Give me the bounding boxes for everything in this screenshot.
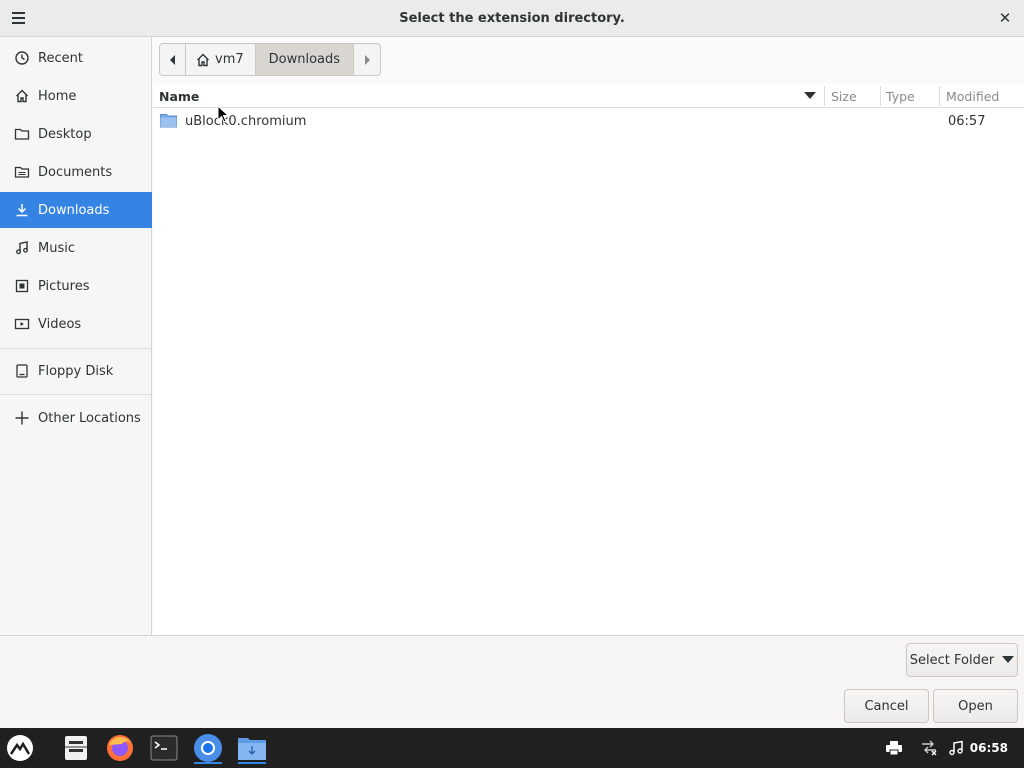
- sidebar-item-downloads[interactable]: Downloads: [0, 192, 152, 228]
- path-current-button[interactable]: Downloads: [255, 44, 355, 75]
- sidebar-item-label: Music: [38, 240, 75, 256]
- clock-icon: [14, 50, 30, 66]
- picture-icon: [14, 278, 30, 294]
- home-icon: [197, 53, 209, 66]
- file-name: uBlock0.chromium: [185, 113, 307, 129]
- sidebar-separator: [0, 348, 152, 349]
- chevron-right-icon: [365, 54, 371, 65]
- start-menu-icon[interactable]: [4, 732, 36, 764]
- file-list: Name Size Type Modified uBlock0.chromium…: [153, 84, 1024, 635]
- table-row[interactable]: uBlock0.chromium 06:57: [153, 109, 1024, 133]
- sort-chevron-down-icon[interactable]: [801, 84, 819, 108]
- title-bar: Select the extension directory. ✕: [0, 0, 1024, 37]
- network-disconnected-icon[interactable]: [918, 728, 940, 768]
- column-type[interactable]: Type: [886, 84, 915, 108]
- column-name[interactable]: Name: [159, 84, 199, 108]
- column-size[interactable]: Size: [831, 84, 857, 108]
- sidebar-item-label: Documents: [38, 164, 113, 180]
- select-folder-label: Select Folder: [909, 652, 995, 668]
- folder-icon: [160, 114, 177, 128]
- path-home-button[interactable]: vm7: [186, 44, 256, 75]
- printer-icon[interactable]: [884, 728, 904, 768]
- sidebar-item-label: Home: [38, 88, 77, 104]
- file-cabinet-icon[interactable]: [60, 732, 92, 764]
- path-back-button[interactable]: [160, 44, 186, 75]
- sidebar-item-label: Recent: [38, 50, 83, 66]
- music-icon: [14, 240, 30, 256]
- sidebar-item-other-locations[interactable]: Other Locations: [0, 400, 152, 436]
- path-forward-button[interactable]: [354, 44, 380, 75]
- terminal-icon[interactable]: [148, 732, 180, 764]
- sidebar-item-videos[interactable]: Videos: [0, 306, 152, 342]
- dialog-title: Select the extension directory.: [399, 10, 625, 26]
- document-icon: [14, 164, 30, 180]
- column-divider: [880, 86, 881, 106]
- active-indicator: [238, 762, 266, 764]
- sidebar-item-documents[interactable]: Documents: [0, 154, 152, 190]
- video-icon: [14, 316, 30, 332]
- column-header: Name Size Type Modified: [153, 84, 1024, 108]
- chevron-down-icon: [1002, 656, 1015, 663]
- sidebar-item-recent[interactable]: Recent: [0, 40, 152, 76]
- files-download-icon[interactable]: [236, 732, 268, 764]
- sidebar-item-label: Videos: [38, 316, 82, 332]
- cancel-button[interactable]: Cancel: [844, 689, 929, 723]
- sidebar-separator: [0, 394, 152, 395]
- sidebar-item-label: Downloads: [38, 202, 110, 218]
- sidebar-item-home[interactable]: Home: [0, 78, 152, 114]
- download-icon: [14, 202, 30, 218]
- places-sidebar: Recent Home Desktop Documents Downloads …: [0, 37, 152, 635]
- path-bar: vm7 Downloads: [159, 43, 382, 76]
- column-divider: [824, 86, 825, 106]
- open-button[interactable]: Open: [933, 689, 1018, 723]
- sidebar-item-label: Floppy Disk: [38, 363, 114, 379]
- chromium-icon[interactable]: [192, 732, 224, 764]
- drive-icon: [14, 363, 30, 379]
- path-home-label: vm7: [215, 52, 244, 67]
- sidebar-item-pictures[interactable]: Pictures: [0, 268, 152, 304]
- home-icon: [14, 88, 30, 104]
- chevron-left-icon: [169, 54, 175, 65]
- sidebar-item-floppy-disk[interactable]: Floppy Disk: [0, 353, 152, 389]
- firefox-icon[interactable]: [104, 732, 136, 764]
- clock[interactable]: 06:58: [970, 728, 1008, 768]
- sidebar-item-desktop[interactable]: Desktop: [0, 116, 152, 152]
- taskbar: 06:58: [0, 728, 1024, 768]
- folder-icon: [14, 126, 30, 142]
- select-folder-dropdown[interactable]: Select Folder: [906, 643, 1018, 677]
- plus-icon: [14, 410, 30, 426]
- sidebar-item-label: Pictures: [38, 278, 90, 294]
- file-modified: 06:57: [948, 113, 986, 129]
- sidebar-item-music[interactable]: Music: [0, 230, 152, 266]
- dialog-action-area: Select Folder Cancel Open: [0, 635, 1024, 728]
- sidebar-item-label: Other Locations: [38, 410, 141, 426]
- sidebar-item-label: Desktop: [38, 126, 92, 142]
- mouse-pointer-icon: [217, 105, 229, 123]
- column-modified[interactable]: Modified: [946, 84, 999, 108]
- music-note-icon[interactable]: [946, 728, 966, 768]
- active-indicator: [194, 762, 222, 764]
- close-icon[interactable]: ✕: [994, 7, 1016, 29]
- column-divider: [939, 86, 940, 106]
